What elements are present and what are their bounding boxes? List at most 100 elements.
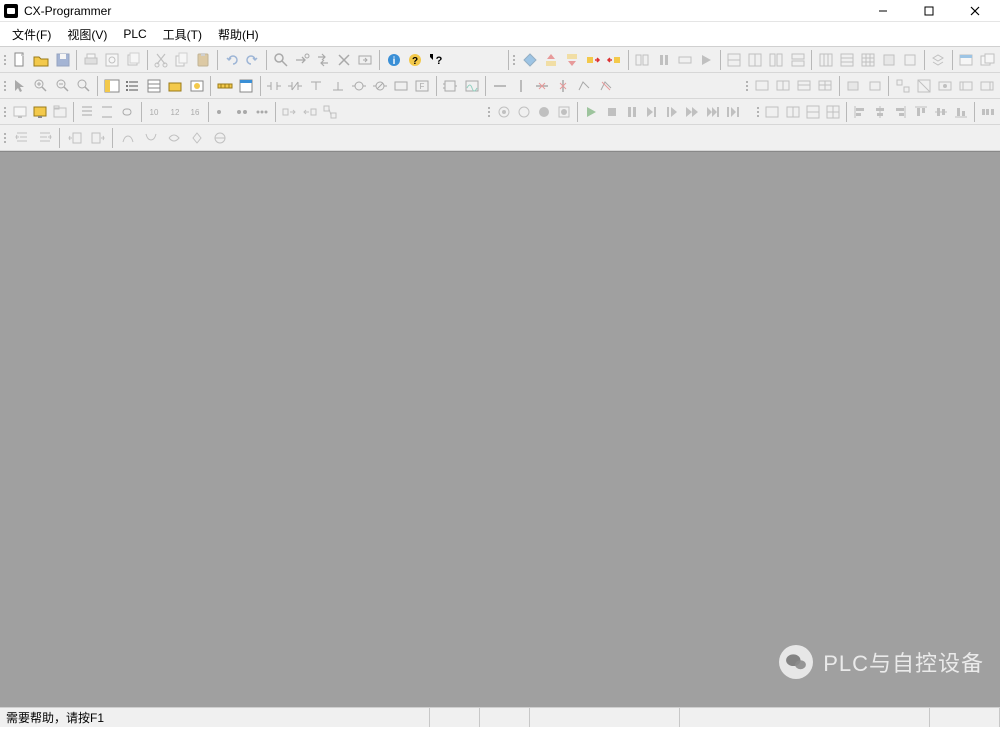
open-button[interactable]	[31, 49, 51, 71]
screen7-button[interactable]	[893, 75, 913, 97]
toolbar-grip[interactable]	[486, 101, 491, 123]
dot3-button[interactable]	[253, 101, 272, 123]
align-center-button[interactable]	[871, 101, 890, 123]
goto-button[interactable]	[355, 49, 375, 71]
transfer-from-button[interactable]	[604, 49, 624, 71]
layer-button[interactable]	[928, 49, 948, 71]
align-top-button[interactable]	[911, 101, 930, 123]
dbg3-button[interactable]	[534, 101, 553, 123]
align-middle-button[interactable]	[931, 101, 950, 123]
screen10-button[interactable]	[956, 75, 976, 97]
dbg4-button[interactable]	[555, 101, 574, 123]
connect-button[interactable]	[574, 75, 594, 97]
t3-button[interactable]	[320, 101, 339, 123]
toolbar-grip[interactable]	[744, 75, 750, 97]
bar2-button[interactable]	[98, 101, 117, 123]
menu-file[interactable]: 文件(F)	[4, 23, 59, 46]
w2-button[interactable]	[783, 101, 802, 123]
menu-help[interactable]: 帮助(H)	[210, 23, 267, 46]
indent-left-button[interactable]	[11, 127, 33, 149]
end-button[interactable]	[663, 101, 682, 123]
del-vline-button[interactable]	[553, 75, 573, 97]
net1-button[interactable]	[724, 49, 744, 71]
mon2-button[interactable]	[30, 101, 49, 123]
cut-button[interactable]	[151, 49, 171, 71]
win1-button[interactable]	[956, 49, 976, 71]
save-button[interactable]	[52, 49, 72, 71]
find-next-button[interactable]	[292, 49, 312, 71]
contact-open-button[interactable]	[264, 75, 284, 97]
dbg2-button[interactable]	[514, 101, 533, 123]
zoom-out-button[interactable]	[53, 75, 73, 97]
new-button[interactable]	[10, 49, 30, 71]
undo-button[interactable]	[221, 49, 241, 71]
toolbar-grip[interactable]	[2, 49, 8, 71]
screen6-button[interactable]	[865, 75, 885, 97]
screen5-button[interactable]	[843, 75, 863, 97]
c5-button[interactable]	[209, 127, 231, 149]
branch-down-button[interactable]	[306, 75, 326, 97]
cursor-button[interactable]	[10, 75, 30, 97]
dec-button[interactable]: 10	[145, 101, 164, 123]
toolbar-grip[interactable]	[2, 75, 8, 97]
run-button[interactable]	[696, 49, 716, 71]
fwd-button[interactable]	[683, 101, 702, 123]
replace-button[interactable]	[313, 49, 333, 71]
screen11-button[interactable]	[977, 75, 997, 97]
net4-button[interactable]	[787, 49, 807, 71]
indent-right-button[interactable]	[34, 127, 56, 149]
screen3-button[interactable]	[794, 75, 814, 97]
c2-button[interactable]	[140, 127, 162, 149]
grid5-button[interactable]	[900, 49, 920, 71]
move-left-button[interactable]	[64, 127, 86, 149]
link-button[interactable]	[118, 101, 137, 123]
list-view-button[interactable]	[123, 75, 143, 97]
toolbar-grip[interactable]	[2, 101, 7, 123]
w3-button[interactable]	[803, 101, 822, 123]
menu-plc[interactable]: PLC	[115, 24, 154, 44]
toolbar-grip[interactable]	[755, 101, 760, 123]
project-tree-button[interactable]	[102, 75, 122, 97]
print-copy-button[interactable]	[123, 49, 143, 71]
menu-tools[interactable]: 工具(T)	[155, 23, 210, 46]
win2-button[interactable]	[978, 49, 998, 71]
align-left-button[interactable]	[850, 101, 869, 123]
screen9-button[interactable]	[935, 75, 955, 97]
align-bottom-button[interactable]	[951, 101, 970, 123]
align-right-button[interactable]	[891, 101, 910, 123]
zoom-fit-button[interactable]	[74, 75, 94, 97]
toolbar-grip[interactable]	[2, 127, 8, 149]
tab-button[interactable]	[50, 101, 69, 123]
online-button[interactable]	[520, 49, 540, 71]
watch-button[interactable]	[187, 75, 207, 97]
bar1-button[interactable]	[77, 101, 96, 123]
maximize-button[interactable]	[906, 0, 952, 22]
bin-button[interactable]: 16	[185, 101, 204, 123]
mon1-button[interactable]	[10, 101, 29, 123]
help-button[interactable]: ?	[405, 49, 425, 71]
step-button[interactable]	[675, 49, 695, 71]
paste-button[interactable]	[193, 49, 213, 71]
w1-button[interactable]	[763, 101, 782, 123]
coil-not-button[interactable]	[370, 75, 390, 97]
fbd-button[interactable]	[440, 75, 460, 97]
dot1-button[interactable]	[212, 101, 231, 123]
branch-up-button[interactable]	[327, 75, 347, 97]
t1-button[interactable]	[280, 101, 299, 123]
next-button[interactable]	[642, 101, 661, 123]
play-button[interactable]	[582, 101, 601, 123]
pause-button[interactable]	[654, 49, 674, 71]
menu-view[interactable]: 视图(V)	[59, 23, 115, 46]
props-button[interactable]	[144, 75, 164, 97]
print-button[interactable]	[81, 49, 101, 71]
info-button[interactable]: i	[383, 49, 403, 71]
delete-button[interactable]	[334, 49, 354, 71]
find-button[interactable]	[271, 49, 291, 71]
stop-button[interactable]	[602, 101, 621, 123]
zoom-in-button[interactable]	[31, 75, 51, 97]
close-button[interactable]	[952, 0, 998, 22]
preview-button[interactable]	[102, 49, 122, 71]
dot2-button[interactable]	[233, 101, 252, 123]
compare-button[interactable]	[632, 49, 652, 71]
grid3-button[interactable]	[858, 49, 878, 71]
